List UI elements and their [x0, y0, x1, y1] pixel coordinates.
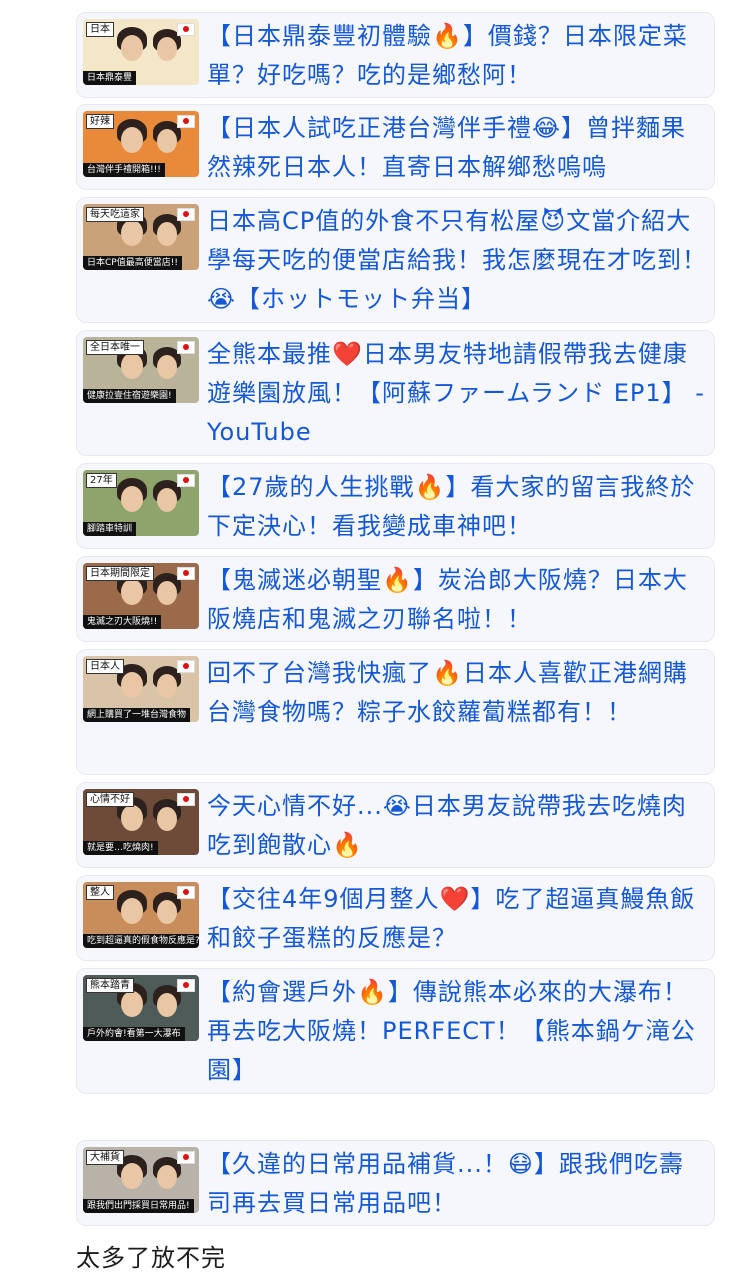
japan-flag-icon: [177, 979, 195, 992]
japan-flag-icon: [177, 567, 195, 580]
link-preview-card[interactable]: 每天吃這家 日本CP值最高便當店!! 日本高CP值的外食不只有松屋😈文當介紹大學每天…: [76, 197, 715, 323]
thumbnail-caption-text: 網上購買了一堆台灣食物: [83, 708, 191, 722]
thumbnail-caption-text: 吃到超逼真的假食物反應是?: [83, 934, 199, 948]
video-thumbnail[interactable]: 日本期間限定 鬼滅之刃大阪燒!!: [83, 563, 199, 629]
thumbnail-badge-text: 27年: [86, 473, 117, 488]
video-thumbnail[interactable]: 熊本踏青戶外約會!看第一大瀑布: [83, 975, 199, 1041]
person-face-shape: [121, 35, 143, 61]
previous-message-cutoff: [78, 0, 638, 6]
person-face-shape: [121, 127, 143, 153]
thumbnail-caption-text: 健康拉壹住宿遊樂園!: [83, 389, 176, 403]
video-thumbnail[interactable]: 27年腳踏車特訓: [83, 470, 199, 536]
link-preview-card[interactable]: 整人 吃到超逼真的假食物反應是? 【交往4年9個月整人❤️】吃了超逼真鰻魚飯和餃子蛋…: [76, 875, 715, 961]
thumbnail-caption-text: 日本CP值最高便當店!!: [83, 256, 182, 270]
link-preview-card[interactable]: 好辣 台灣伴手禮開箱!!! 【日本人試吃正港台灣伴手禮😂】曾拌麵果然辣死日本人！直寄…: [76, 104, 715, 190]
person-face-shape: [121, 220, 143, 246]
thumbnail-badge-text: 每天吃這家: [86, 207, 144, 222]
person-face-shape: [157, 488, 177, 512]
person-face-shape: [121, 672, 143, 698]
link-preview-card[interactable]: 熊本踏青 戶外約會!看第一大瀑布 【約會選戶外🔥】傳說熊本必來的大瀑布！再去吃大阪燒…: [76, 968, 715, 1094]
japan-flag-icon: [177, 23, 195, 36]
video-thumbnail[interactable]: 好辣台灣伴手禮開箱!!!: [83, 111, 199, 177]
video-thumbnail[interactable]: 大補貨跟我們出門採買日常用品!: [83, 1147, 199, 1213]
link-preview-title[interactable]: 【27歲的人生挑戰🔥】看大家的留言我終於下定決心！看我變成車神吧！: [207, 468, 707, 546]
japan-flag-icon: [177, 115, 195, 128]
link-preview-title[interactable]: 【日本人試吃正港台灣伴手禮😂】曾拌麵果然辣死日本人！直寄日本解鄉愁嗚嗚: [207, 109, 707, 187]
link-preview-title[interactable]: 今天心情不好...😭日本男友說帶我去吃燒肉吃到飽散心🔥: [207, 787, 707, 865]
thumbnail-badge-text: 心情不好: [86, 792, 134, 807]
person-face-shape: [121, 579, 143, 605]
video-thumbnail[interactable]: 心情不好就是要…吃燒肉!: [83, 789, 199, 855]
person-face-shape: [157, 674, 177, 698]
thumbnail-caption-text: 日本鼎泰豐: [83, 71, 137, 85]
thumbnail-caption-text: 戶外約會!看第一大瀑布: [83, 1027, 185, 1041]
link-preview-title[interactable]: 回不了台灣我快瘋了🔥日本人喜歡正港網購台灣食物嗎？粽子水餃蘿蔔糕都有！！: [207, 654, 707, 732]
person-face-shape: [121, 805, 143, 831]
message-text: 太多了放不完: [76, 1244, 226, 1272]
japan-flag-icon: [177, 208, 195, 221]
thumbnail-badge-text: 熊本踏青: [86, 978, 134, 993]
person-face-shape: [121, 991, 143, 1017]
link-preview-card[interactable]: 全日本唯一 健康拉壹住宿遊樂園! 全熊本最推❤️日本男友特地請假帶我去健康遊樂園放風…: [76, 330, 715, 456]
japan-flag-icon: [177, 886, 195, 899]
link-preview-title[interactable]: 【久違的日常用品補貨...！😷】跟我們吃壽司再去買日常用品吧！: [207, 1145, 707, 1223]
person-face-shape: [157, 37, 177, 61]
person-face-shape: [157, 1165, 177, 1189]
person-face-shape: [121, 486, 143, 512]
thumbnail-caption-text: 腳踏車特訓: [83, 522, 137, 536]
thumbnail-badge-text: 日本期間限定: [86, 566, 154, 581]
person-face-shape: [157, 900, 177, 924]
japan-flag-icon: [177, 341, 195, 354]
link-preview-title[interactable]: 日本高CP值的外食不只有松屋😈文當介紹大學每天吃的便當店給我！我怎麼現在才吃到！…: [207, 202, 707, 319]
japan-flag-icon: [177, 660, 195, 673]
link-preview-title[interactable]: 全熊本最推❤️日本男友特地請假帶我去健康遊樂園放風！【阿蘇ファームランド EP1…: [207, 335, 707, 452]
thumbnail-badge-text: 大補貨: [86, 1150, 124, 1165]
person-face-shape: [157, 129, 177, 153]
video-thumbnail[interactable]: 整人吃到超逼真的假食物反應是?: [83, 882, 199, 948]
link-preview-card[interactable]: 日本人 網上購買了一堆台灣食物 回不了台灣我快瘋了🔥日本人喜歡正港網購台灣食物嗎？粽…: [76, 649, 715, 775]
link-preview-title[interactable]: 【鬼滅迷必朝聖🔥】炭治郎大阪燒？日本大阪燒店和鬼滅之刃聯名啦！！: [207, 561, 707, 639]
link-preview-card[interactable]: 日本期間限定 鬼滅之刃大阪燒!! 【鬼滅迷必朝聖🔥】炭治郎大阪燒？日本大阪燒店和鬼滅…: [76, 556, 715, 642]
thumbnail-caption-text: 跟我們出門採買日常用品!: [83, 1199, 194, 1213]
link-preview-title[interactable]: 【日本鼎泰豐初體驗🔥】價錢？日本限定菜單？好吃嗎？吃的是鄉愁阿！: [207, 17, 707, 95]
link-preview-card[interactable]: 日本 日本鼎泰豐 【日本鼎泰豐初體驗🔥】價錢？日本限定菜單？好吃嗎？吃的是鄉愁阿！: [76, 12, 715, 98]
person-face-shape: [121, 898, 143, 924]
person-face-shape: [157, 993, 177, 1017]
person-face-shape: [157, 807, 177, 831]
link-preview-title[interactable]: 【交往4年9個月整人❤️】吃了超逼真鰻魚飯和餃子蛋糕的反應是？: [207, 880, 707, 958]
person-face-shape: [157, 355, 177, 379]
video-thumbnail[interactable]: 日本人網上購買了一堆台灣食物: [83, 656, 199, 722]
thumbnail-badge-text: 日本: [86, 22, 114, 37]
person-face-shape: [121, 1163, 143, 1189]
video-thumbnail[interactable]: 全日本唯一健康拉壹住宿遊樂園!: [83, 337, 199, 403]
thumbnail-caption-text: 鬼滅之刃大阪燒!!: [83, 615, 162, 629]
thumbnail-badge-text: 日本人: [86, 659, 124, 674]
japan-flag-icon: [177, 1151, 195, 1164]
japan-flag-icon: [177, 793, 195, 806]
link-preview-card[interactable]: 大補貨 跟我們出門採買日常用品! 【久違的日常用品補貨...！😷】跟我們吃壽司再去買…: [76, 1140, 715, 1226]
link-preview-card[interactable]: 心情不好 就是要…吃燒肉! 今天心情不好...😭日本男友說帶我去吃燒肉吃到飽散心🔥: [76, 782, 715, 868]
japan-flag-icon: [177, 474, 195, 487]
thumbnail-caption-text: 台灣伴手禮開箱!!!: [83, 163, 165, 177]
link-preview-title[interactable]: 【約會選戶外🔥】傳說熊本必來的大瀑布！再去吃大阪燒！PERFECT！【熊本鍋ケ滝…: [207, 973, 707, 1090]
thumbnail-badge-text: 全日本唯一: [86, 340, 144, 355]
thumbnail-caption-text: 就是要…吃燒肉!: [83, 841, 158, 855]
thumbnail-badge-text: 好辣: [86, 114, 114, 129]
person-face-shape: [121, 353, 143, 379]
person-face-shape: [157, 581, 177, 605]
thumbnail-badge-text: 整人: [86, 885, 114, 900]
video-thumbnail[interactable]: 每天吃這家日本CP值最高便當店!!: [83, 204, 199, 270]
video-thumbnail[interactable]: 日本 日本鼎泰豐: [83, 19, 199, 85]
person-face-shape: [157, 222, 177, 246]
link-preview-card[interactable]: 27年 腳踏車特訓 【27歲的人生挑戰🔥】看大家的留言我終於下定決心！看我變成車神吧…: [76, 463, 715, 549]
